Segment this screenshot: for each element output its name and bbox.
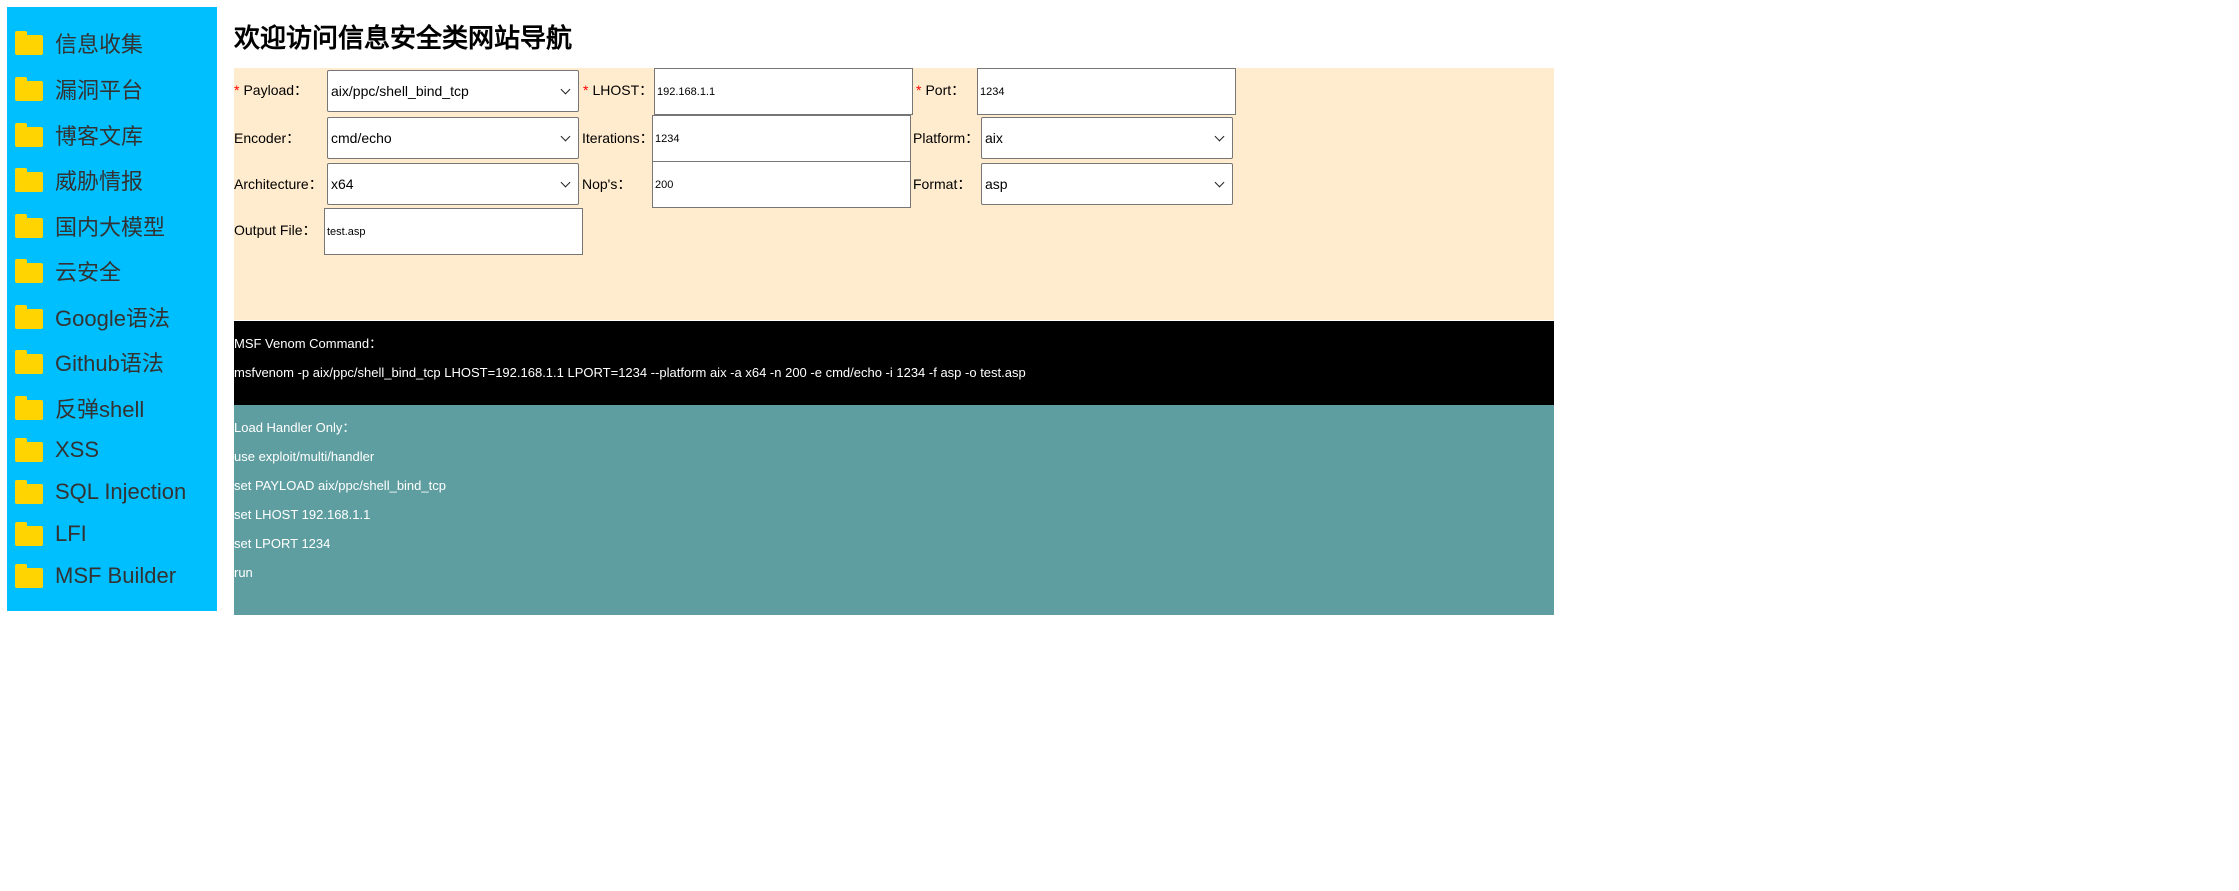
sidebar-item-github-syntax[interactable]: Github语法: [15, 347, 164, 377]
sidebar-nav: 信息收集 漏洞平台 博客文库 威胁情报 国内大模型 云安全 Google语法 G…: [7, 7, 217, 611]
sidebar-item-label: MSF Builder: [55, 563, 177, 588]
format-select-value: asp: [985, 176, 1008, 192]
folder-icon: [15, 480, 43, 504]
encoder-select[interactable]: cmd/echo: [327, 117, 579, 159]
port-input-value: 1234: [980, 85, 1005, 98]
folder-icon: [15, 522, 43, 546]
sidebar-item-llm[interactable]: 国内大模型: [15, 211, 165, 241]
chevron-down-icon: [560, 177, 571, 188]
folder-icon: [15, 438, 43, 462]
required-mark: *: [916, 82, 922, 98]
folder-icon: [15, 31, 43, 55]
required-mark: *: [234, 82, 240, 98]
output-file-input-value: test.asp: [327, 225, 366, 238]
sidebar-item-label: LFI: [55, 521, 87, 546]
architecture-label: Architecture：: [234, 176, 323, 192]
sidebar-item-label: Github语法: [55, 351, 164, 376]
venom-command-panel: MSF Venom Command： msfvenom -p aix/ppc/s…: [234, 321, 1554, 405]
payload-select-value: aix/ppc/shell_bind_tcp: [331, 83, 469, 99]
port-input[interactable]: 1234: [977, 68, 1236, 115]
sidebar-item-label: SQL Injection: [55, 479, 187, 504]
chevron-down-icon: [1214, 177, 1225, 188]
iterations-label: Iterations：: [582, 130, 654, 146]
folder-icon: [15, 214, 43, 238]
required-mark: *: [583, 82, 589, 98]
folder-icon: [15, 396, 43, 420]
architecture-select[interactable]: x64: [327, 163, 579, 205]
output-file-label: Output File：: [234, 222, 317, 238]
nops-input-value: 200: [655, 178, 674, 191]
handler-line: set LHOST 192.168.1.1: [234, 507, 371, 522]
iterations-input[interactable]: 1234: [652, 115, 911, 162]
handler-heading: Load Handler Only：: [234, 420, 356, 435]
lhost-label: * LHOST：: [583, 82, 654, 98]
sidebar-item-blogs[interactable]: 博客文库: [15, 120, 143, 150]
nops-label: Nop's：: [582, 176, 632, 192]
platform-select-value: aix: [985, 130, 1003, 146]
payload-label: * Payload：: [234, 82, 309, 98]
folder-icon: [15, 123, 43, 147]
handler-line: set PAYLOAD aix/ppc/shell_bind_tcp: [234, 478, 446, 493]
folder-icon: [15, 305, 43, 329]
iterations-input-value: 1234: [655, 132, 680, 145]
sidebar-item-lfi[interactable]: LFI: [15, 519, 87, 549]
encoder-select-value: cmd/echo: [331, 130, 392, 146]
command-heading: MSF Venom Command：: [234, 336, 383, 351]
nops-input[interactable]: 200: [652, 161, 911, 208]
lhost-input-value: 192.168.1.1: [657, 85, 716, 98]
sidebar-item-label: 反弹shell: [55, 397, 145, 422]
platform-select[interactable]: aix: [981, 117, 1233, 159]
handler-line: set LPORT 1234: [234, 536, 331, 551]
sidebar-item-vuln-platforms[interactable]: 漏洞平台: [15, 74, 143, 104]
sidebar-item-reverse-shell[interactable]: 反弹shell: [15, 393, 144, 423]
handler-line: run: [234, 565, 253, 580]
sidebar-item-label: XSS: [55, 437, 100, 462]
payload-select[interactable]: aix/ppc/shell_bind_tcp: [327, 70, 579, 112]
folder-icon: [15, 168, 43, 192]
folder-icon: [15, 77, 43, 101]
sidebar-item-google-syntax[interactable]: Google语法: [15, 302, 170, 332]
architecture-select-value: x64: [331, 176, 354, 192]
encoder-label: Encoder：: [234, 130, 301, 146]
sidebar-item-msf-builder[interactable]: MSF Builder: [15, 561, 176, 591]
sidebar-item-label: 漏洞平台: [55, 78, 144, 103]
sidebar-item-threat-intel[interactable]: 威胁情报: [15, 165, 143, 195]
sidebar-item-label: 威胁情报: [55, 169, 144, 194]
sidebar-item-cloud-security[interactable]: 云安全: [15, 256, 121, 286]
port-label: * Port：: [916, 82, 966, 98]
folder-icon: [15, 564, 43, 588]
sidebar-item-label: 国内大模型: [55, 215, 166, 240]
handler-line: use exploit/multi/handler: [234, 449, 375, 464]
output-file-input[interactable]: test.asp: [324, 208, 583, 255]
chevron-down-icon: [1214, 131, 1225, 142]
msf-builder-form: * Payload： aix/ppc/shell_bind_tcp * LHOST：…: [234, 68, 1554, 320]
platform-label: Platform：: [913, 130, 980, 146]
sidebar-item-sql-injection[interactable]: SQL Injection: [15, 477, 186, 507]
sidebar-item-label: Google语法: [55, 306, 170, 331]
chevron-down-icon: [560, 84, 571, 95]
sidebar-item-label: 云安全: [55, 260, 122, 285]
lhost-input[interactable]: 192.168.1.1: [654, 68, 913, 115]
format-label: Format：: [913, 176, 972, 192]
sidebar-item-label: 博客文库: [55, 124, 144, 149]
command-text: msfvenom -p aix/ppc/shell_bind_tcp LHOST…: [234, 365, 1026, 380]
page-title: 欢迎访问信息安全类网站导航: [234, 24, 573, 54]
folder-icon: [15, 350, 43, 374]
sidebar-item-info-gathering[interactable]: 信息收集: [15, 28, 143, 58]
format-select[interactable]: asp: [981, 163, 1233, 205]
handler-panel: Load Handler Only： use exploit/multi/han…: [234, 405, 1554, 615]
sidebar-item-label: 信息收集: [55, 32, 144, 57]
chevron-down-icon: [560, 131, 571, 142]
folder-icon: [15, 259, 43, 283]
sidebar-item-xss[interactable]: XSS: [15, 435, 99, 465]
